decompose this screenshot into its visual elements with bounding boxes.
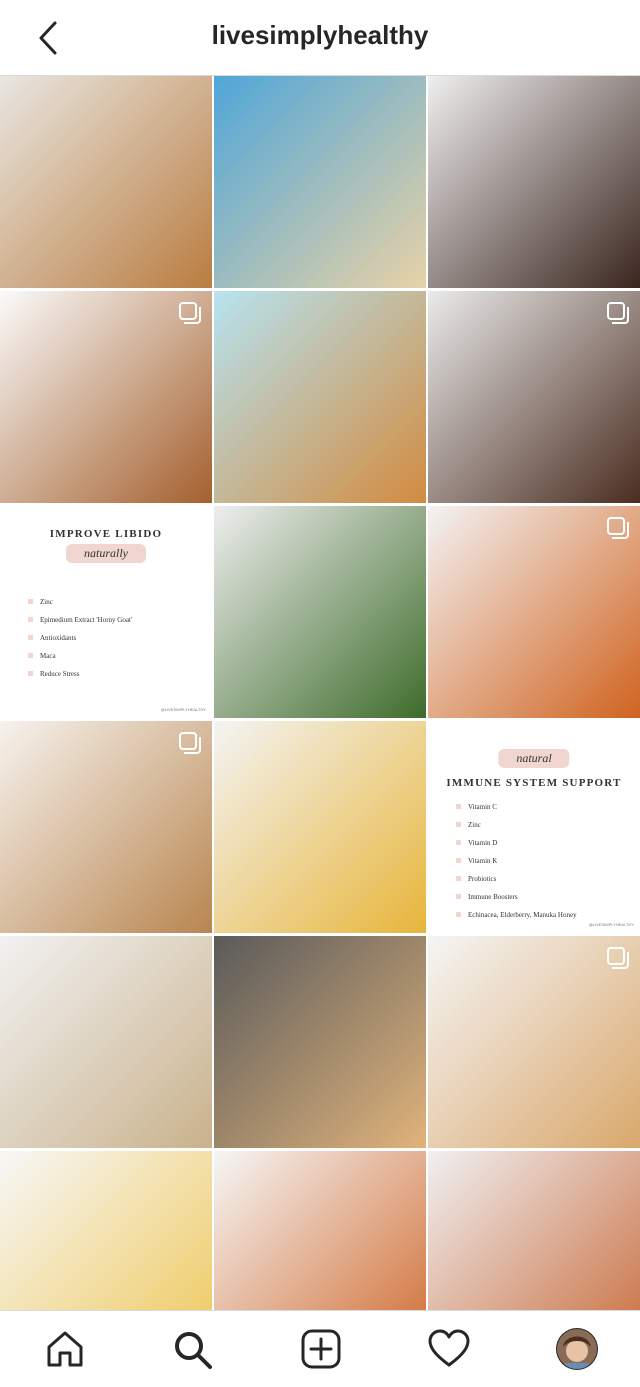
nav-home-button[interactable] xyxy=(41,1325,89,1373)
info-list-item: Echinacea, Elderberry, Manuka Honey xyxy=(456,911,577,919)
info-list-item: Reduce Stress xyxy=(28,670,132,678)
multiple-posts-icon xyxy=(607,517,629,539)
multiple-posts-icon xyxy=(607,947,629,969)
info-graphic: IMPROVE LIBIDO naturally Zinc Epimedium Ext… xyxy=(0,506,212,718)
nav-activity-button[interactable] xyxy=(425,1325,473,1373)
info-list-item: Vitamin D xyxy=(456,839,577,847)
info-title: IMMUNE SYSTEM SUPPORT xyxy=(446,777,622,789)
multiple-posts-icon xyxy=(607,302,629,324)
info-list-item: Zinc xyxy=(456,821,577,829)
post-tile[interactable] xyxy=(214,936,426,1148)
post-tile[interactable] xyxy=(428,936,640,1148)
info-list-item: Vitamin K xyxy=(456,857,577,865)
post-tile[interactable] xyxy=(214,76,426,288)
post-tile[interactable] xyxy=(0,936,212,1148)
info-list-item: Immune Boosters xyxy=(456,893,577,901)
profile-username: livesimplyhealthy xyxy=(211,20,429,50)
search-icon xyxy=(175,1332,212,1369)
post-tile[interactable] xyxy=(428,76,640,288)
info-handle: @LIVESIMPLYHEALTHY xyxy=(160,707,206,712)
bottom-nav xyxy=(0,1310,640,1387)
post-tile[interactable] xyxy=(428,291,640,503)
post-tile[interactable] xyxy=(214,721,426,933)
info-list-item: Maca xyxy=(28,652,132,660)
post-tile[interactable] xyxy=(214,291,426,503)
info-graphic: IMMUNE SYSTEM SUPPORT natural Vitamin C Zin… xyxy=(428,721,640,933)
info-list: Vitamin C Zinc Vitamin D Vitamin K Probiotic… xyxy=(456,803,577,929)
nav-search-button[interactable] xyxy=(168,1325,216,1373)
post-grid: IMPROVE LIBIDO naturally Zinc Epimedium Ext… xyxy=(0,76,640,1386)
info-handle: @LIVESIMPLYHEALTHY xyxy=(588,922,634,927)
post-tile[interactable] xyxy=(0,721,212,933)
header-bar: livesimplyhealthy xyxy=(0,0,640,76)
plus-square-icon xyxy=(301,1329,341,1369)
post-tile[interactable]: IMMUNE SYSTEM SUPPORT natural Vitamin C Zin… xyxy=(428,721,640,933)
post-tile[interactable] xyxy=(0,76,212,288)
info-subtitle: naturally xyxy=(66,544,146,563)
nav-profile-button[interactable] xyxy=(553,1325,601,1373)
info-subtitle: natural xyxy=(498,749,570,768)
multiple-posts-icon xyxy=(179,302,201,324)
post-tile[interactable] xyxy=(428,506,640,718)
info-list-item: Probiotics xyxy=(456,875,577,883)
avatar xyxy=(556,1328,598,1370)
home-icon xyxy=(47,1331,83,1367)
multiple-posts-icon xyxy=(179,732,201,754)
info-list-item: Antioxidants xyxy=(28,634,132,642)
info-list-item: Epimedium Extract 'Horny Goat' xyxy=(28,616,132,624)
info-list-item: Vitamin C xyxy=(456,803,577,811)
heart-icon xyxy=(428,1329,470,1367)
info-title: IMPROVE LIBIDO xyxy=(49,528,163,540)
post-tile[interactable] xyxy=(214,506,426,718)
post-tile[interactable]: IMPROVE LIBIDO naturally Zinc Epimedium Ext… xyxy=(0,506,212,718)
info-list: Zinc Epimedium Extract 'Horny Goat' Antiox… xyxy=(28,598,132,688)
nav-new-post-button[interactable] xyxy=(297,1325,345,1373)
info-list-item: Zinc xyxy=(28,598,132,606)
post-tile[interactable] xyxy=(0,291,212,503)
